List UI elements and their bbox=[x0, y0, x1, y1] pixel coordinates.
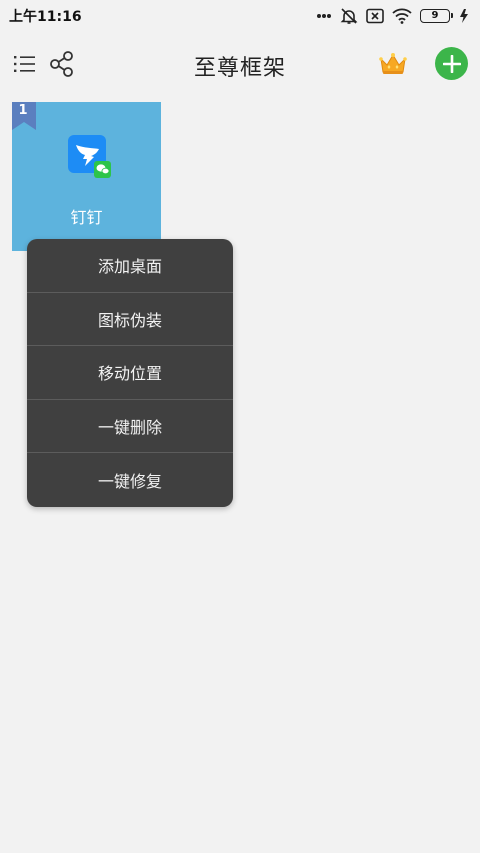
dingtalk-app-icon bbox=[68, 135, 111, 178]
tile-badge-number: 1 bbox=[18, 103, 28, 118]
app-label: 钉钉 bbox=[70, 208, 103, 227]
menu-item-move-position[interactable]: 移动位置 bbox=[27, 346, 233, 400]
context-menu: 添加桌面 图标伪装 移动位置 一键删除 一键修复 bbox=[27, 239, 233, 507]
page-title: 至尊框架 bbox=[193, 56, 286, 81]
app-screen: 上午11:16 9 至尊框架 1 钉钉 添加桌面 图标伪装 移动位置 一键删除 … bbox=[0, 0, 480, 853]
alarm-off-icon bbox=[340, 7, 358, 25]
add-button[interactable] bbox=[435, 47, 468, 80]
menu-item-one-click-delete[interactable]: 一键删除 bbox=[27, 400, 233, 454]
status-bar: 上午11:16 9 bbox=[0, 0, 480, 32]
toolbar: 至尊框架 bbox=[0, 38, 480, 92]
status-time: 上午11:16 bbox=[9, 9, 82, 25]
menu-item-one-click-repair[interactable]: 一键修复 bbox=[27, 453, 233, 507]
charging-icon bbox=[458, 8, 470, 24]
app-tile-dingtalk[interactable]: 1 钉钉 bbox=[12, 102, 161, 251]
battery-icon: 9 bbox=[420, 9, 453, 23]
share-icon[interactable] bbox=[48, 50, 76, 78]
more-dots-icon bbox=[316, 13, 332, 19]
status-icons: 9 bbox=[316, 7, 470, 25]
wifi-icon bbox=[392, 8, 412, 24]
plus-icon bbox=[442, 54, 461, 73]
list-menu-icon[interactable] bbox=[12, 51, 38, 77]
menu-item-icon-disguise[interactable]: 图标伪装 bbox=[27, 293, 233, 347]
crown-icon[interactable] bbox=[378, 50, 408, 78]
menu-item-add-desktop[interactable]: 添加桌面 bbox=[27, 239, 233, 293]
sim-card-x-icon bbox=[366, 8, 384, 24]
